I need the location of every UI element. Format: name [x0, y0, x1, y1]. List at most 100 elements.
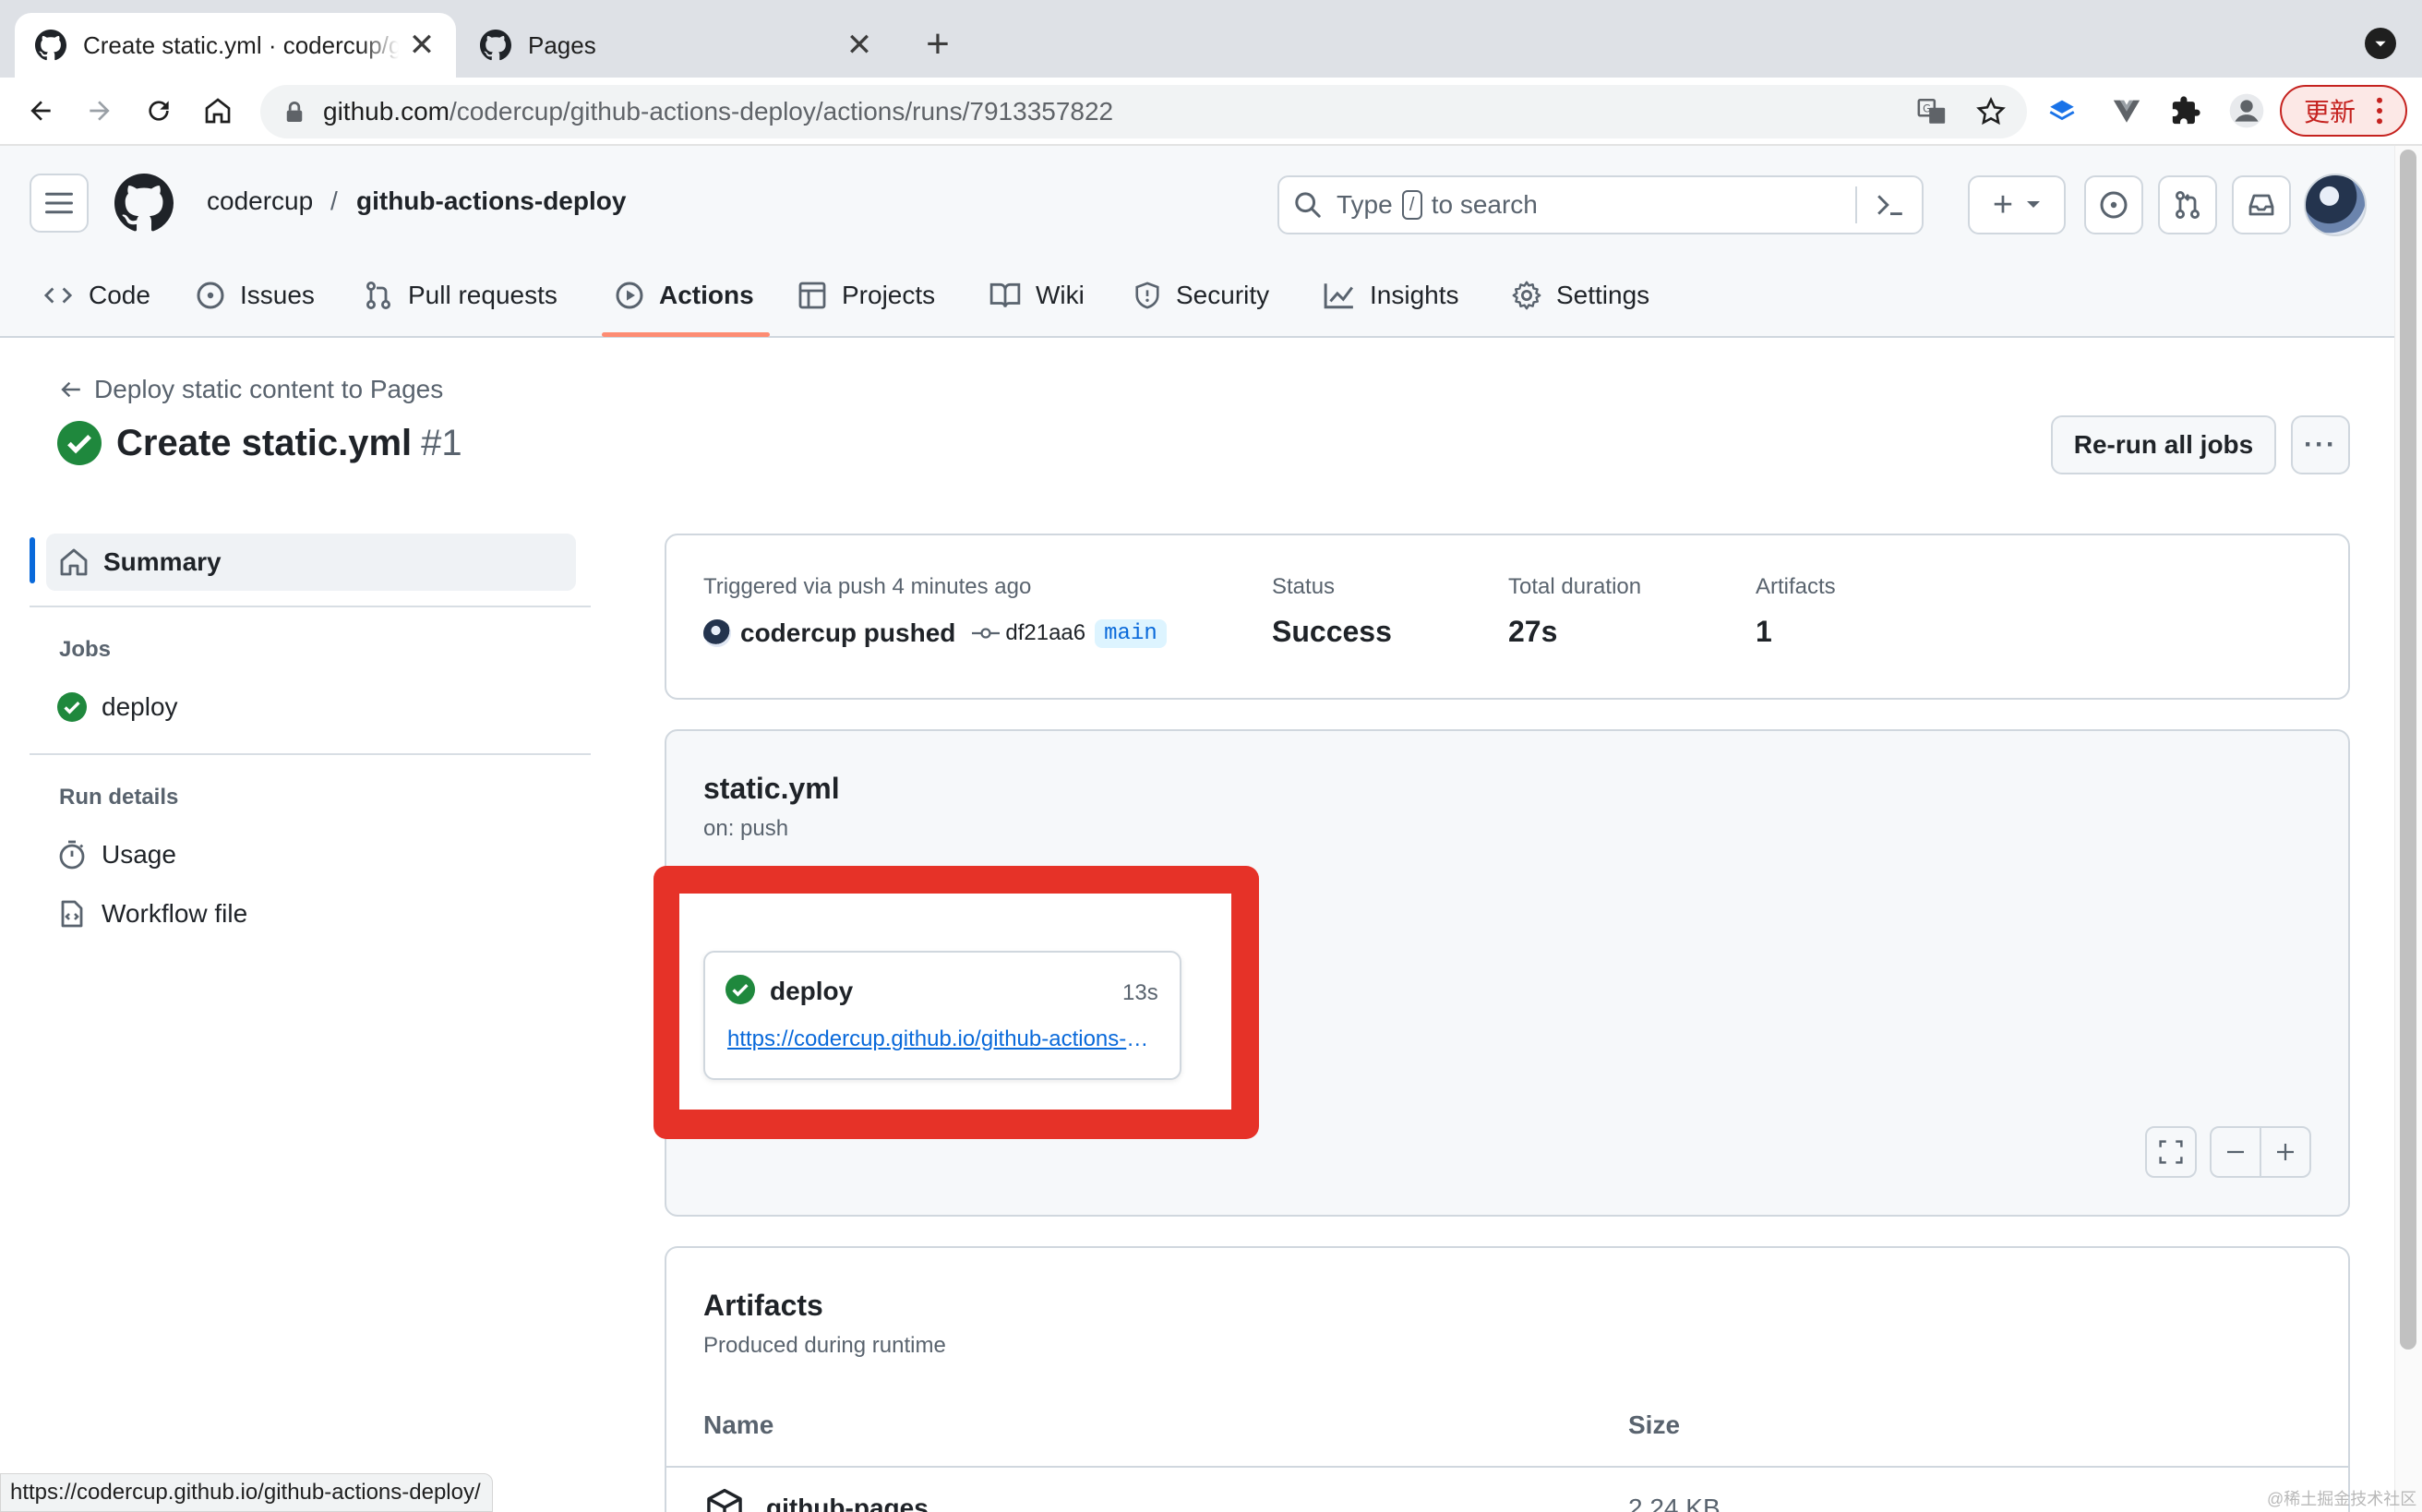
- extension-layers-button[interactable]: [2038, 87, 2086, 135]
- check-circle-icon: [57, 692, 87, 722]
- nav-tab-wiki[interactable]: Wiki: [989, 268, 1085, 323]
- extensions-button[interactable]: [2162, 87, 2210, 135]
- table-row-divider: [666, 1466, 2348, 1468]
- play-icon: [616, 282, 643, 309]
- branch-tag[interactable]: main: [1095, 618, 1167, 648]
- nav-tab-security[interactable]: Security: [1133, 268, 1269, 323]
- job-node-name: deploy: [770, 977, 854, 1005]
- puzzle-icon: [2172, 96, 2200, 125]
- url-host: github.com: [323, 97, 450, 126]
- artifact-size: 2.24 KB: [1628, 1494, 1721, 1512]
- artifact-name-link[interactable]: github-pages: [766, 1494, 929, 1512]
- home-icon: [60, 548, 88, 576]
- back-button[interactable]: [17, 87, 65, 135]
- table-icon: [798, 282, 826, 309]
- sidebar-divider: [30, 606, 591, 607]
- breadcrumb-owner-link[interactable]: codercup: [207, 186, 313, 216]
- nav-tab-issues[interactable]: Issues: [196, 268, 315, 323]
- vue-extension-icon: [2113, 100, 2140, 123]
- artifacts-count-value: 1: [1756, 615, 1772, 648]
- minus-icon: [2227, 1150, 2244, 1154]
- package-icon: [707, 1488, 742, 1512]
- run-number: #1: [421, 422, 462, 463]
- commit-sha-link[interactable]: df21aa6: [1005, 620, 1085, 646]
- issue-icon: [197, 282, 224, 309]
- artifacts-col-size: Size: [1628, 1410, 1681, 1439]
- check-circle-icon: [725, 975, 755, 1004]
- forward-button[interactable]: [76, 87, 124, 135]
- tab-search-button[interactable]: [2365, 28, 2396, 59]
- shield-icon: [1135, 282, 1159, 309]
- github-logo-icon[interactable]: [114, 174, 174, 233]
- sidebar-item-summary[interactable]: Summary: [46, 534, 576, 591]
- fullscreen-button[interactable]: [2145, 1126, 2197, 1178]
- command-palette-icon[interactable]: [1876, 192, 1905, 218]
- sidebar-summary-label: Summary: [103, 547, 222, 576]
- search-input[interactable]: Type / to search: [1277, 175, 1924, 234]
- chrome-update-button[interactable]: 更新: [2280, 85, 2407, 137]
- new-tab-button[interactable]: +: [914, 20, 962, 68]
- watermark: @稀土掘金技术社区: [2267, 1490, 2417, 1508]
- home-button[interactable]: [194, 87, 242, 135]
- search-placeholder-suffix: to search: [1431, 190, 1538, 219]
- nav-tab-label: Settings: [1556, 281, 1650, 309]
- zoom-out-button[interactable]: [2210, 1126, 2261, 1178]
- url-path: /codercup/github-actions-deploy/actions/…: [449, 97, 1114, 126]
- search-placeholder-prefix: Type: [1337, 190, 1393, 219]
- code-icon: [43, 287, 73, 304]
- search-divider: [1855, 186, 1857, 223]
- run-info-card: [665, 534, 2350, 700]
- update-label: 更新: [2304, 98, 2356, 126]
- artifacts-count-label: Artifacts: [1756, 574, 1836, 599]
- workflow-trigger: on: push: [703, 816, 789, 841]
- duration-value: 27s: [1508, 615, 1558, 648]
- close-tab-icon[interactable]: ✕: [406, 28, 438, 63]
- scrollbar-thumb[interactable]: [2400, 150, 2416, 1350]
- actor-avatar[interactable]: [703, 619, 731, 647]
- create-new-button[interactable]: +: [1968, 175, 2066, 234]
- browser-tab-pages[interactable]: Pages ✕: [460, 13, 893, 78]
- arrow-left-icon: [61, 381, 80, 398]
- chevron-down-icon: [2375, 41, 2386, 47]
- back-to-workflow-link[interactable]: Deploy static content to Pages: [59, 375, 443, 404]
- menu-button[interactable]: [30, 174, 89, 233]
- nav-tab-code[interactable]: Code: [42, 268, 150, 323]
- nav-tab-pull-requests[interactable]: Pull requests: [364, 268, 558, 323]
- hamburger-icon: [45, 192, 73, 214]
- nav-tab-actions[interactable]: Actions: [615, 268, 754, 323]
- nav-tab-settings[interactable]: Settings: [1512, 268, 1649, 323]
- address-bar[interactable]: github.com/codercup/github-actions-deplo…: [260, 85, 2027, 138]
- profile-button[interactable]: [2223, 87, 2271, 135]
- rerun-all-jobs-button[interactable]: Re-run all jobs: [2051, 415, 2276, 474]
- sidebar-item-usage[interactable]: Usage: [57, 840, 176, 870]
- nav-tab-insights[interactable]: Insights: [1324, 268, 1459, 323]
- browser-tab-active[interactable]: Create static.yml · codercup/github-acti…: [15, 13, 456, 78]
- breadcrumb-repo-link[interactable]: github-actions-deploy: [356, 186, 626, 216]
- job-node-deploy[interactable]: [703, 951, 1181, 1080]
- home-icon: [205, 98, 231, 124]
- sidebar-usage-label: Usage: [102, 840, 176, 869]
- translate-icon[interactable]: G: [1916, 96, 1948, 127]
- reload-button[interactable]: [135, 87, 183, 135]
- chevron-down-icon: [2027, 201, 2041, 208]
- sidebar-item-workflow-file[interactable]: Workflow file: [57, 899, 247, 929]
- zoom-in-button[interactable]: [2260, 1126, 2311, 1178]
- more-options-button[interactable]: ···: [2291, 415, 2350, 474]
- extension-vue-button[interactable]: [2103, 87, 2151, 135]
- close-tab-icon[interactable]: ✕: [844, 28, 875, 63]
- kebab-menu-icon: [2377, 97, 2383, 125]
- workflow-file-name: static.yml: [703, 772, 840, 805]
- status-label: Status: [1272, 574, 1336, 599]
- nav-tab-projects[interactable]: Projects: [797, 268, 935, 323]
- deployment-url-link[interactable]: https://codercup.github.io/github-action…: [727, 1026, 1154, 1052]
- breadcrumb-separator: /: [330, 186, 338, 215]
- issues-button[interactable]: [2084, 175, 2143, 234]
- tab-title: Pages: [528, 30, 596, 59]
- triggered-text: Triggered via push 4 minutes ago: [703, 574, 1032, 599]
- bookmark-star-icon[interactable]: [1975, 96, 2007, 127]
- inbox-button[interactable]: [2232, 175, 2291, 234]
- user-avatar[interactable]: [2304, 174, 2367, 236]
- pull-requests-button[interactable]: [2158, 175, 2217, 234]
- git-commit-icon: [972, 628, 1001, 639]
- sidebar-item-deploy[interactable]: deploy: [57, 692, 178, 722]
